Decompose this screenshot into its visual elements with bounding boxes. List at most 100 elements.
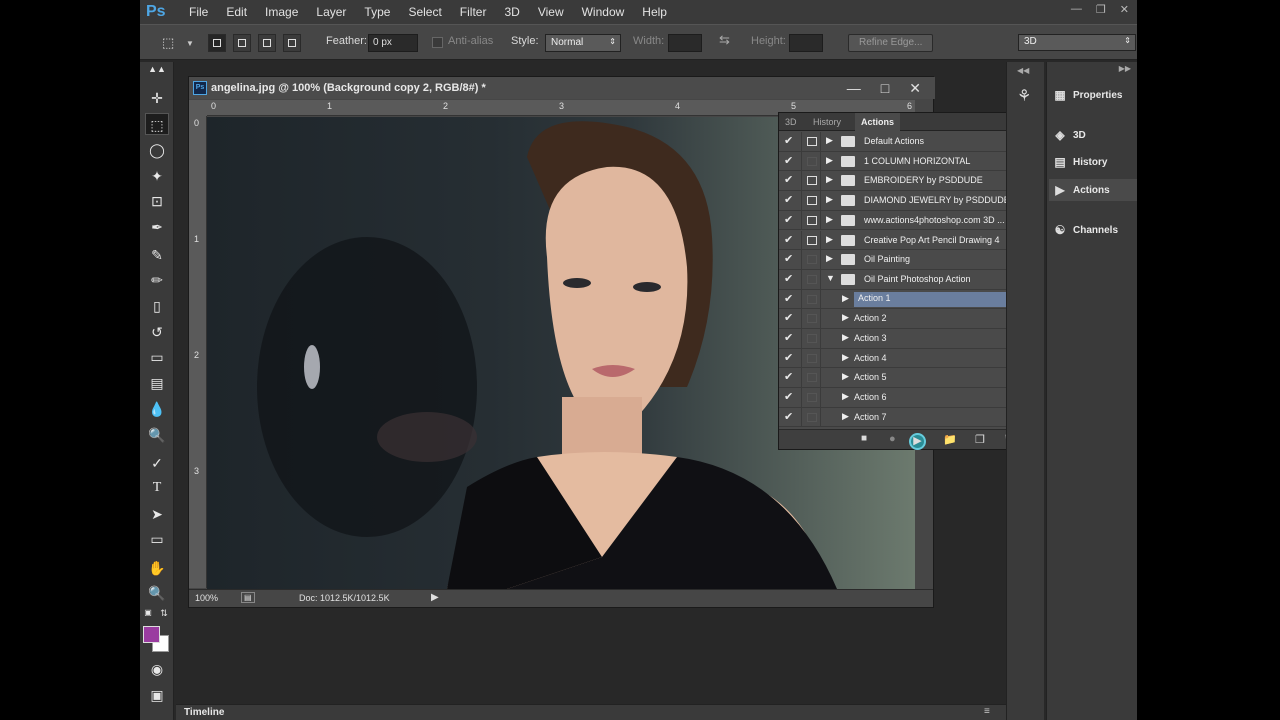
expand-chevron-right-icon[interactable]: ▶ [842, 332, 849, 343]
dialog-toggle[interactable] [801, 289, 821, 309]
gradient-tool-icon[interactable]: ▤ [145, 372, 169, 394]
toggle-checkmark-icon[interactable]: ✔ [784, 331, 796, 344]
action-row[interactable]: ✔ ▶ Action 5 [779, 368, 1029, 389]
expand-chevron-right-icon[interactable]: ▶ [842, 391, 849, 402]
zoom-level[interactable]: 100% [195, 593, 218, 603]
toggle-checkmark-icon[interactable]: ✔ [784, 154, 796, 167]
add-selection-icon[interactable] [233, 34, 251, 52]
toggle-checkmark-icon[interactable]: ✔ [784, 134, 796, 147]
close-icon[interactable]: ✕ [1120, 3, 1129, 16]
zoom-tool-icon[interactable]: 🔍 [145, 582, 169, 604]
refine-edge-button[interactable]: Refine Edge... [848, 34, 934, 52]
toggle-checkmark-icon[interactable]: ✔ [784, 410, 796, 423]
history-brush-tool-icon[interactable]: ↺ [145, 321, 169, 343]
dialog-toggle[interactable] [801, 171, 821, 191]
close-icon[interactable]: ✕ [909, 77, 921, 99]
pen-tool-icon[interactable]: ✓ [145, 452, 169, 474]
dialog-toggle[interactable] [801, 348, 821, 368]
collapse-toolbox-icon[interactable]: ▲▲ [145, 63, 169, 75]
quick-mask-icon[interactable]: ◉ [145, 658, 169, 680]
dialog-toggle[interactable] [801, 329, 821, 348]
new-action-icon[interactable]: ❐ [975, 433, 985, 446]
menu-edit[interactable]: Edit [217, 5, 256, 19]
dodge-tool-icon[interactable]: 🔍 [145, 424, 169, 446]
crop-tool-icon[interactable]: ⊡ [145, 190, 169, 212]
antialias-checkbox[interactable] [432, 37, 443, 48]
dock-channels[interactable]: ☯ Channels [1053, 219, 1137, 241]
document-titlebar[interactable]: Ps angelina.jpg @ 100% (Background copy … [189, 77, 935, 99]
screen-mode-icon[interactable]: ▣ [145, 684, 169, 706]
path-select-tool-icon[interactable]: ➤ [145, 503, 169, 525]
minimize-icon[interactable]: — [847, 77, 861, 99]
move-tool-icon[interactable]: ✛ [145, 87, 169, 109]
dialog-toggle[interactable] [801, 407, 821, 427]
info-icon[interactable]: ▤ [241, 592, 255, 603]
healing-brush-tool-icon[interactable]: ✎ [145, 244, 169, 266]
collapse-dock-icon[interactable]: ◀◀ [1017, 66, 1029, 75]
ruler-corner[interactable] [189, 100, 207, 116]
action-row[interactable]: ✔ ▶ Action 4 [779, 348, 1029, 369]
tab-history[interactable]: History [807, 113, 847, 131]
dialog-toggle[interactable] [801, 230, 821, 250]
marquee-preset-icon[interactable]: ⬚ [162, 35, 174, 51]
default-colors-icon[interactable]: ▣ [142, 607, 154, 619]
style-select[interactable]: Normal ⇕ [545, 34, 621, 52]
dialog-toggle[interactable] [801, 132, 821, 151]
dock-properties[interactable]: ▦ Properties [1053, 84, 1137, 106]
toggle-checkmark-icon[interactable]: ✔ [784, 292, 796, 305]
menu-image[interactable]: Image [256, 5, 307, 19]
toggle-checkmark-icon[interactable]: ✔ [784, 390, 796, 403]
action-row[interactable]: ✔ ▶ Action 6 [779, 388, 1029, 408]
menu-window[interactable]: Window [573, 5, 634, 19]
expand-chevron-right-icon[interactable]: ▶ [826, 194, 833, 205]
expand-chevron-right-icon[interactable]: ▶ [826, 135, 833, 146]
action-set-row[interactable]: ✔ ▶ Creative Pop Art Pencil Drawing 4 [779, 230, 1029, 251]
expand-chevron-right-icon[interactable]: ▶ [842, 371, 849, 382]
action-set-row[interactable]: ✔ ▶ DIAMOND JEWELRY by PSDDUDE [779, 191, 1029, 211]
expand-chevron-right-icon[interactable]: ▶ [826, 214, 833, 225]
expand-chevron-right-icon[interactable]: ▶ [826, 253, 833, 264]
toggle-checkmark-icon[interactable]: ✔ [784, 272, 796, 285]
rectangle-tool-icon[interactable]: ▭ [145, 528, 169, 550]
toggle-checkmark-icon[interactable]: ✔ [784, 311, 796, 324]
expand-chevron-down-icon[interactable]: ▼ [826, 273, 835, 283]
toggle-checkmark-icon[interactable]: ✔ [784, 213, 796, 226]
menu-3d[interactable]: 3D [495, 5, 528, 19]
menu-view[interactable]: View [529, 5, 573, 19]
record-icon[interactable]: ● [889, 433, 896, 445]
expand-dock-icon[interactable]: ▶▶ [1119, 64, 1131, 73]
brush-preset-icon[interactable]: ⚘ [1017, 86, 1031, 106]
toggle-checkmark-icon[interactable]: ✔ [784, 233, 796, 246]
new-selection-icon[interactable] [208, 34, 226, 52]
menu-type[interactable]: Type [355, 5, 399, 19]
action-row[interactable]: ✔ ▶ Action 3 [779, 329, 1029, 349]
menu-layer[interactable]: Layer [307, 5, 355, 19]
menu-filter[interactable]: Filter [451, 5, 496, 19]
menu-help[interactable]: Help [633, 5, 676, 19]
tab-3d[interactable]: 3D [779, 113, 803, 131]
action-row[interactable]: ✔ ▶ Action 2 [779, 309, 1029, 329]
action-set-row[interactable]: ✔ ▼ Oil Paint Photoshop Action [779, 269, 1029, 290]
maximize-icon[interactable]: □ [881, 77, 889, 99]
swap-colors-icon[interactable]: ⇅ [158, 607, 170, 619]
tab-actions[interactable]: Actions [855, 113, 901, 131]
dock-history[interactable]: ▤ History [1053, 151, 1137, 173]
new-set-icon[interactable]: 📁 [943, 433, 957, 446]
height-input[interactable] [789, 34, 823, 52]
expand-chevron-right-icon[interactable]: ▶ [826, 234, 833, 245]
workspace-select[interactable]: 3D ⇕ [1018, 34, 1136, 51]
expand-chevron-right-icon[interactable]: ▶ [842, 352, 849, 363]
subtract-selection-icon[interactable] [258, 34, 276, 52]
intersect-selection-icon[interactable] [283, 34, 301, 52]
action-set-row[interactable]: ✔ ▶ 1 COLUMN HORIZONTAL [779, 151, 1029, 172]
timeline-menu-icon[interactable]: ≡ [984, 706, 990, 717]
swap-icon[interactable]: ⇆ [719, 32, 730, 48]
chevron-down-icon[interactable]: ▼ [186, 39, 194, 48]
expand-chevron-right-icon[interactable]: ▶ [842, 293, 849, 304]
eyedropper-tool-icon[interactable]: ✒ [145, 216, 169, 238]
eraser-tool-icon[interactable]: ▭ [145, 346, 169, 368]
lasso-tool-icon[interactable]: ◯ [145, 139, 169, 161]
dock-3d[interactable]: ◈ 3D [1053, 124, 1137, 146]
action-row[interactable]: ✔ ▶ Action 1 [779, 289, 1029, 310]
menu-file[interactable]: File [180, 5, 217, 19]
